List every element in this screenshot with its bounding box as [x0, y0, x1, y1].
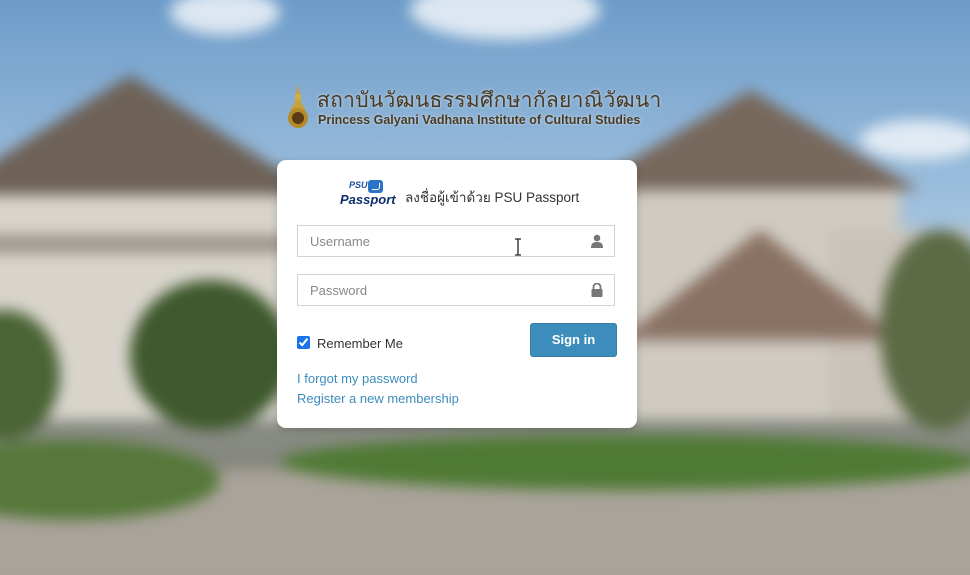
username-input[interactable] — [298, 226, 602, 256]
psu-passport-logo: PSU Passport — [340, 180, 398, 210]
password-field[interactable] — [297, 274, 615, 306]
institute-logo: สถาบันวัฒนธรรมศึกษากัลยาณิวัฒนา Princess… — [286, 84, 661, 132]
register-link[interactable]: Register a new membership — [297, 391, 459, 406]
psu-logo-text: PSU — [349, 180, 368, 190]
login-title: ลงชื่อผู้เข้าด้วย PSU Passport — [405, 190, 580, 205]
lock-icon — [591, 283, 603, 297]
institute-emblem-icon — [288, 84, 308, 128]
login-box: PSU Passport ลงชื่อผู้เข้าด้วย PSU Passp… — [277, 160, 637, 428]
text-cursor-icon — [515, 238, 521, 256]
remember-me-checkbox[interactable] — [297, 336, 310, 349]
remember-me-label: Remember Me — [317, 336, 403, 351]
passport-logo-text: Passport — [340, 192, 396, 207]
login-header: PSU Passport ลงชื่อผู้เข้าด้วย PSU Passp… — [340, 180, 600, 210]
forgot-password-link[interactable]: I forgot my password — [297, 371, 418, 386]
institute-name-english: Princess Galyani Vadhana Institute of Cu… — [318, 113, 641, 127]
sign-in-button[interactable]: Sign in — [530, 323, 617, 357]
password-input[interactable] — [298, 275, 602, 305]
user-icon — [591, 234, 603, 248]
username-field[interactable] — [297, 225, 615, 257]
